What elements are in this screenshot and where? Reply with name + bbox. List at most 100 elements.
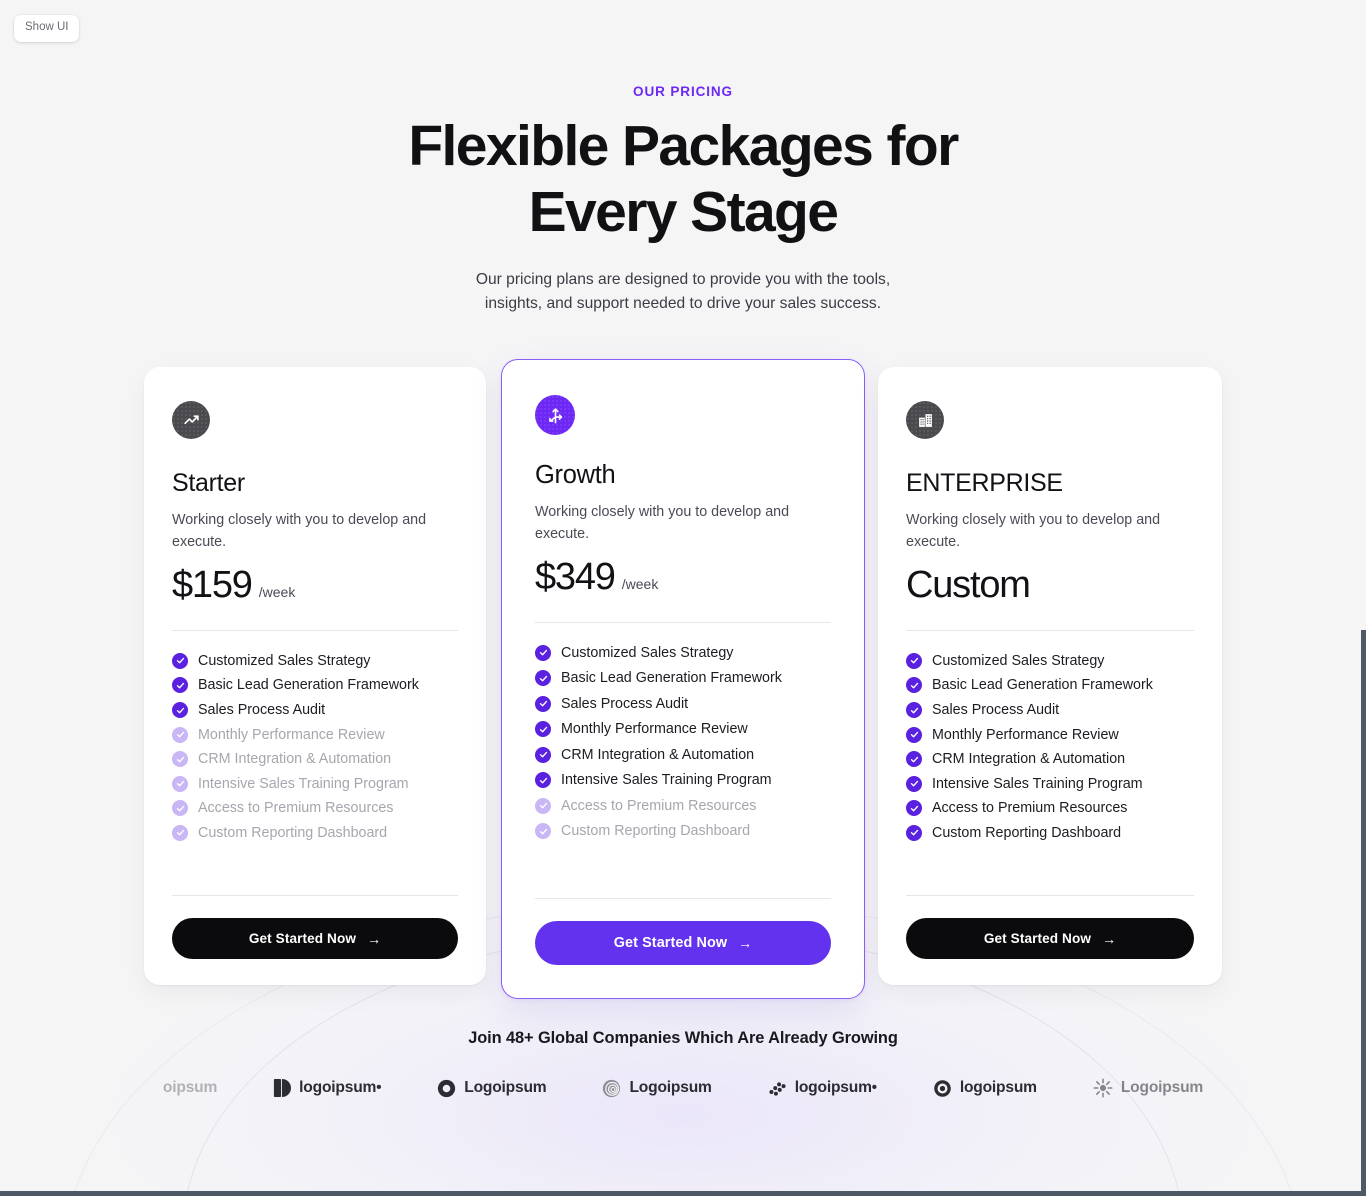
check-icon: [906, 751, 922, 768]
arrow-right-icon: →: [1102, 930, 1117, 947]
feature-label: CRM Integration & Automation: [561, 746, 755, 763]
feature-label: Customized Sales Strategy: [198, 652, 371, 669]
check-icon: [172, 751, 188, 768]
check-icon: [535, 772, 551, 789]
feature-item: Custom Reporting Dashboard: [535, 823, 831, 840]
feature-item: Sales Process Audit: [172, 702, 458, 718]
trending-up-icon: [172, 401, 210, 440]
check-icon: [906, 726, 922, 743]
plan-price: $159: [172, 563, 253, 606]
check-icon: [906, 702, 922, 718]
partner-logo-text: oipsum: [162, 1079, 218, 1097]
feature-list: Customized Sales Strategy Basic Lead Gene…: [172, 652, 458, 841]
check-icon: [172, 652, 188, 669]
arrow-right-icon: →: [367, 930, 382, 947]
feature-list: Customized Sales Strategy Basic Lead Gene…: [535, 644, 831, 840]
feature-label: Custom Reporting Dashboard: [198, 824, 388, 841]
vertical-scrollbar[interactable]: [1361, 630, 1366, 1196]
feature-item: Custom Reporting Dashboard: [906, 824, 1194, 841]
check-icon: [535, 746, 551, 763]
feature-item: Sales Process Audit: [906, 702, 1194, 718]
feature-item: Access to Premium Resources: [906, 800, 1194, 817]
partner-logo-text: Logoipsum: [1120, 1079, 1204, 1097]
feature-item: Customized Sales Strategy: [906, 652, 1194, 669]
feature-item: Intensive Sales Training Program: [535, 772, 831, 789]
check-icon: [535, 670, 551, 687]
check-icon: [535, 644, 551, 661]
get-started-button[interactable]: Get Started Now →: [172, 918, 458, 960]
feature-item: Customized Sales Strategy: [172, 652, 458, 669]
plan-price-row: $349 /week: [535, 556, 831, 599]
plan-price-unit: /week: [621, 575, 659, 592]
check-icon: [535, 797, 551, 814]
social-proof-title: Join 48+ Global Companies Which Are Alre…: [468, 1029, 898, 1048]
feature-label: CRM Integration & Automation: [932, 751, 1126, 768]
feature-label: Basic Lead Generation Framework: [198, 677, 419, 694]
divider-top: [172, 629, 458, 631]
logo-superscript: •: [376, 1079, 382, 1097]
dots-diagonal-icon: [769, 1082, 786, 1096]
partner-logo: Logoipsum: [1093, 1078, 1203, 1098]
page-title-line-2: Every Stage: [528, 180, 839, 244]
feature-label: Monthly Performance Review: [561, 721, 748, 738]
pricing-card-growth[interactable]: Growth Working closely with you to devel…: [501, 359, 865, 1000]
horizontal-scrollbar[interactable]: [0, 1191, 1366, 1196]
check-icon: [172, 702, 188, 718]
branching-arrows-icon: [535, 395, 575, 436]
show-ui-button[interactable]: Show UI: [14, 15, 80, 42]
feature-label: Access to Premium Resources: [932, 800, 1128, 817]
feature-item: Basic Lead Generation Framework: [906, 677, 1194, 694]
plan-description: Working closely with you to develop and …: [172, 512, 427, 551]
divider-top: [906, 629, 1194, 631]
target-icon: [934, 1080, 951, 1097]
pricing-card-enterprise[interactable]: ENTERPRISE Working closely with you to d…: [878, 367, 1222, 986]
logo-superscript: •: [871, 1079, 877, 1097]
partner-logo-text: Logoipsum: [464, 1079, 547, 1097]
plan-price-row: Custom: [906, 564, 1194, 607]
feature-item: Basic Lead Generation Framework: [172, 677, 458, 694]
feature-label: Intensive Sales Training Program: [932, 775, 1143, 792]
get-started-label: Get Started Now: [248, 931, 357, 947]
pricing-page: OUR PRICING Flexible Packages for Every …: [0, 0, 1366, 1098]
feature-item: CRM Integration & Automation: [172, 751, 458, 768]
feature-label: Monthly Performance Review: [932, 726, 1119, 743]
spiral-icon: [603, 1079, 621, 1098]
feature-item: Sales Process Audit: [535, 695, 831, 712]
feature-label: Customized Sales Strategy: [561, 644, 734, 661]
check-icon: [535, 721, 551, 738]
feature-item: Access to Premium Resources: [172, 800, 458, 817]
partner-logo-text: logoipsum•: [299, 1079, 382, 1097]
get-started-button[interactable]: Get Started Now →: [906, 918, 1194, 960]
feature-label: Customized Sales Strategy: [932, 652, 1105, 669]
partner-logo-text: logoipsum•: [794, 1079, 877, 1097]
check-icon: [906, 775, 922, 792]
feature-item: Monthly Performance Review: [172, 726, 458, 743]
feature-label: Custom Reporting Dashboard: [932, 824, 1122, 841]
plan-name: ENTERPRISE: [906, 469, 1063, 498]
sunburst-icon: [1093, 1078, 1113, 1098]
feature-label: Custom Reporting Dashboard: [561, 823, 751, 840]
logo-strip: oipsum logoipsum• Logoipsum Logoipsum logoip…: [0, 1078, 1366, 1098]
plan-price-unit: /week: [258, 583, 296, 600]
plan-price-row: $159 /week: [172, 564, 458, 607]
check-icon: [535, 695, 551, 712]
partner-logo: logoipsum: [933, 1079, 1037, 1098]
page-subtitle-line-2: insights, and support needed to drive yo…: [484, 294, 882, 312]
feature-item: Intensive Sales Training Program: [172, 775, 458, 792]
feature-item: Customized Sales Strategy: [535, 644, 831, 661]
pricing-card-starter[interactable]: Starter Working closely with you to deve…: [144, 367, 486, 986]
check-icon: [906, 677, 922, 694]
check-icon: [906, 824, 922, 841]
check-icon: [906, 652, 922, 669]
check-icon: [172, 726, 188, 743]
check-icon: [172, 800, 188, 817]
plan-price: Custom: [906, 563, 1031, 606]
feature-label: Intensive Sales Training Program: [561, 772, 772, 789]
check-icon: [906, 800, 922, 817]
partner-logo-text: logoipsum: [959, 1079, 1037, 1097]
partner-logo: oipsum: [163, 1079, 217, 1097]
plan-description: Working closely with you to develop and …: [906, 512, 1161, 551]
building-icon: [906, 401, 944, 440]
get-started-button[interactable]: Get Started Now →: [535, 921, 831, 966]
check-icon: [172, 677, 188, 694]
